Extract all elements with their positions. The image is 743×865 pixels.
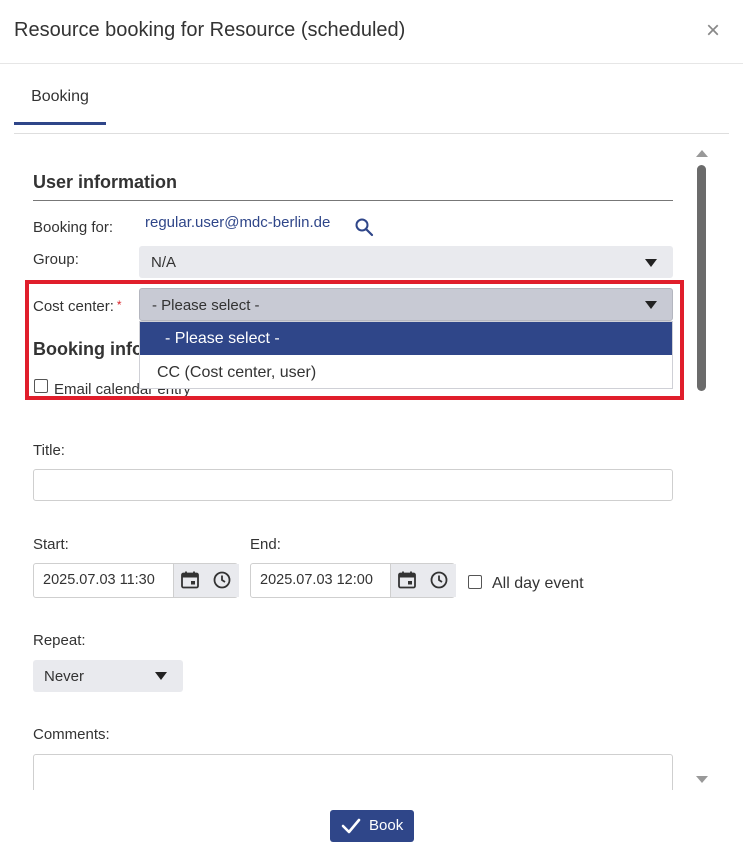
dropdown-option-please-select[interactable]: - Please select -	[140, 322, 672, 355]
group-select-value: N/A	[151, 254, 177, 271]
group-select[interactable]: N/A	[139, 246, 673, 278]
dropdown-option-cost-center-user[interactable]: CC (Cost center, user)	[140, 356, 672, 389]
repeat-label: Repeat:	[33, 632, 86, 649]
cost-center-label: Cost center: *	[33, 298, 122, 315]
cost-center-select-value: - Please select -	[152, 297, 260, 314]
clock-icon[interactable]	[212, 570, 232, 590]
section-divider	[33, 200, 673, 201]
chevron-down-icon	[645, 259, 657, 267]
repeat-select[interactable]: Never	[33, 660, 183, 692]
scroll-up-arrow-icon[interactable]	[696, 150, 708, 157]
end-datetime-input[interactable]: 2025.07.03 12:00	[260, 572, 373, 588]
tab-booking[interactable]: Booking	[14, 64, 106, 125]
repeat-select-value: Never	[44, 668, 85, 685]
user-information-heading: User information	[33, 172, 178, 192]
book-button[interactable]: Book	[330, 810, 414, 842]
scrollbar-thumb[interactable]	[697, 165, 706, 391]
form-content: User information Booking for: regular.us…	[0, 135, 690, 790]
booking-for-label: Booking for:	[33, 219, 114, 236]
chevron-down-icon	[155, 672, 167, 680]
comments-textarea[interactable]	[33, 754, 673, 790]
clock-icon[interactable]	[429, 570, 449, 590]
all-day-checkbox[interactable]	[468, 575, 482, 589]
cost-center-select[interactable]: - Please select -	[139, 288, 673, 321]
comments-label: Comments:	[33, 726, 110, 743]
chevron-down-icon	[645, 301, 657, 309]
scroll-down-arrow-icon[interactable]	[696, 776, 708, 783]
cost-center-label-text: Cost center:	[33, 298, 114, 315]
end-label: End:	[250, 536, 281, 553]
group-label: Group:	[33, 251, 79, 268]
booking-for-user-link[interactable]: regular.user@mdc-berlin.de	[145, 214, 330, 231]
tab-bar: Booking	[14, 64, 729, 134]
checkmark-icon	[341, 818, 361, 834]
required-marker: *	[116, 298, 122, 312]
start-picker-buttons	[173, 564, 239, 597]
title-label: Title:	[33, 442, 65, 459]
title-input[interactable]	[33, 469, 673, 501]
start-label: Start:	[33, 536, 69, 553]
all-day-label: All day event	[492, 575, 584, 592]
dialog-title: Resource booking for Resource (scheduled…	[14, 19, 406, 41]
search-icon[interactable]	[354, 217, 374, 237]
calendar-icon[interactable]	[397, 570, 417, 590]
close-icon[interactable]: ×	[701, 18, 725, 44]
scrollbar[interactable]	[693, 145, 711, 790]
cost-center-dropdown-list: - Please select - CC (Cost center, user)	[139, 321, 673, 389]
calendar-icon[interactable]	[180, 570, 200, 590]
end-datetime-field: 2025.07.03 12:00	[250, 563, 456, 598]
dialog-header: Resource booking for Resource (scheduled…	[0, 0, 743, 64]
start-datetime-field: 2025.07.03 11:30	[33, 563, 239, 598]
email-calendar-checkbox[interactable]	[34, 379, 48, 393]
book-button-label: Book	[369, 817, 404, 834]
end-picker-buttons	[390, 564, 456, 597]
booking-information-heading: Booking info	[33, 339, 143, 359]
start-datetime-input[interactable]: 2025.07.03 11:30	[43, 572, 155, 588]
